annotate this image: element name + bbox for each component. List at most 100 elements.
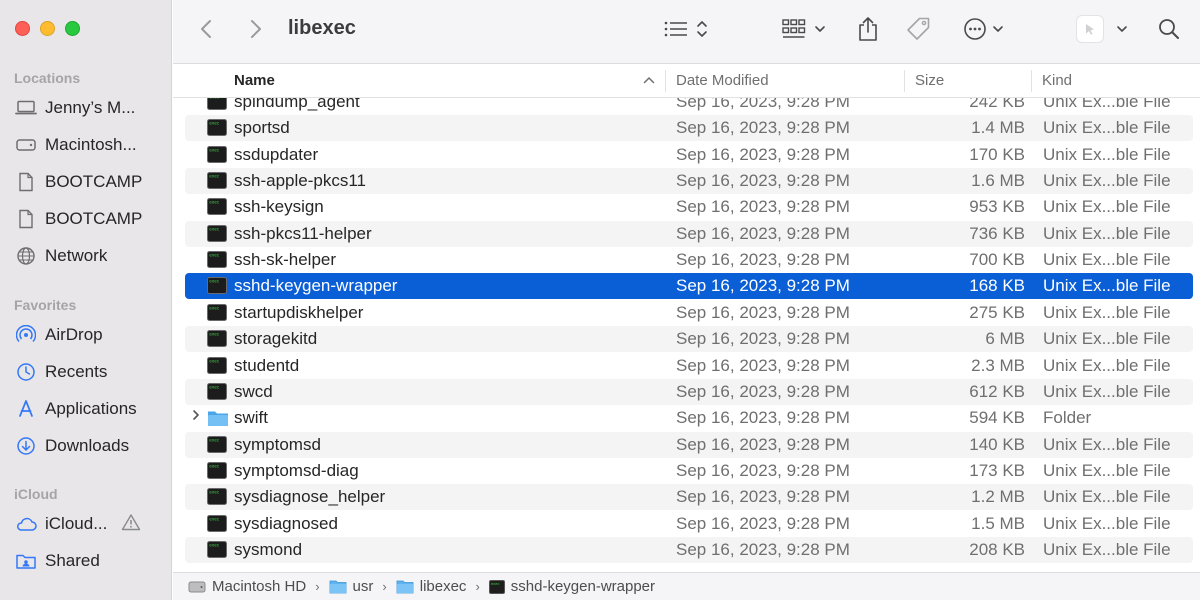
file-date-modified: Sep 16, 2023, 9:28 PM [676, 250, 850, 270]
path-item-sshd-keygen-wrapper[interactable]: exec sshd-keygen-wrapper [488, 578, 655, 595]
column-divider[interactable] [1031, 70, 1032, 92]
sidebar-heading-icloud: iCloud [14, 486, 58, 502]
file-row[interactable]: exec storagekitd Sep 16, 2023, 9:28 PM 6 MB… [185, 326, 1193, 353]
sidebar-item-network[interactable]: Network [14, 241, 164, 271]
file-row[interactable]: swift Sep 16, 2023, 9:28 PM 594 KB Folder [185, 405, 1193, 431]
column-divider[interactable] [665, 70, 666, 92]
sidebar-item-macintosh-hd[interactable]: Macintosh... [14, 130, 164, 160]
column-name-header[interactable]: Name [234, 72, 275, 89]
column-divider[interactable] [904, 70, 905, 92]
sidebar-heading-favorites: Favorites [14, 297, 77, 313]
file-row[interactable]: exec ssh-sk-helper Sep 16, 2023, 9:28 PM 70… [185, 247, 1193, 273]
file-kind: Unix Ex...ble File [1043, 460, 1171, 480]
file-size: 1.2 MB [971, 487, 1025, 507]
airdrop-icon [14, 324, 38, 346]
sidebar-item-applications[interactable]: Applications [14, 394, 164, 424]
quick-look-menu-button[interactable] [1115, 14, 1129, 44]
file-kind: Unix Ex...ble File [1043, 276, 1171, 296]
sidebar-item-bootcamp-2[interactable]: BOOTCAMP [14, 204, 164, 234]
file-row[interactable]: exec spindump_agent Sep 16, 2023, 9:28 PM 2… [185, 98, 1193, 115]
terminal-exec-icon: exec [207, 172, 227, 190]
terminal-exec-icon: exec [207, 98, 227, 110]
warning-icon[interactable] [121, 513, 141, 536]
file-name: sportsd [234, 118, 290, 138]
file-kind: Unix Ex...ble File [1043, 98, 1171, 111]
sidebar-item-jennys-mac[interactable]: Jenny’s M... [14, 93, 164, 123]
file-row[interactable]: exec symptomsd Sep 16, 2023, 9:28 PM 140 KB… [185, 431, 1193, 458]
svg-text:exec: exec [209, 121, 220, 126]
file-row[interactable]: exec startupdiskhelper Sep 16, 2023, 9:28 … [185, 300, 1193, 326]
file-kind: Unix Ex...ble File [1043, 513, 1171, 533]
sidebar-item-airdrop[interactable]: AirDrop [14, 320, 164, 350]
file-date-modified: Sep 16, 2023, 9:28 PM [676, 223, 850, 243]
tags-button[interactable] [906, 14, 932, 44]
file-row[interactable]: exec sysdiagnose_helper Sep 16, 2023, 9:28… [185, 484, 1193, 511]
path-item-macintosh-hd[interactable]: Macintosh HD [188, 578, 306, 595]
sidebar-item-shared[interactable]: Shared [14, 546, 164, 576]
sidebar-item-downloads[interactable]: Downloads [14, 431, 164, 461]
download-icon [14, 435, 38, 457]
file-row[interactable]: exec symptomsd-diag Sep 16, 2023, 9:28 PM 1… [185, 458, 1193, 484]
file-row[interactable]: exec swcd Sep 16, 2023, 9:28 PM 612 KB Unix … [185, 378, 1193, 405]
file-row[interactable]: exec ssh-pkcs11-helper Sep 16, 2023, 9:28 … [185, 220, 1193, 247]
svg-text:exec: exec [209, 437, 220, 442]
path-item-usr[interactable]: usr [329, 578, 373, 595]
file-row[interactable]: exec studentd Sep 16, 2023, 9:28 PM 2.3 MB U… [185, 353, 1193, 379]
file-kind: Unix Ex...ble File [1043, 434, 1171, 454]
column-date-header[interactable]: Date Modified [676, 72, 769, 89]
file-date-modified: Sep 16, 2023, 9:28 PM [676, 408, 850, 428]
terminal-exec-icon: exec [207, 435, 227, 453]
file-date-modified: Sep 16, 2023, 9:28 PM [676, 276, 850, 296]
action-button[interactable] [963, 14, 1005, 44]
file-row[interactable]: exec sportsd Sep 16, 2023, 9:28 PM 1.4 MB Un… [185, 115, 1193, 142]
laptop-icon [14, 97, 38, 119]
file-row[interactable]: exec ssh-apple-pkcs11 Sep 16, 2023, 9:28 P… [185, 168, 1193, 195]
chevron-right-icon: › [382, 579, 387, 594]
window-controls [15, 21, 80, 36]
column-size-header[interactable]: Size [915, 72, 944, 89]
share-icon [859, 17, 877, 41]
file-name: spindump_agent [234, 98, 360, 111]
file-size: 612 KB [969, 381, 1025, 401]
terminal-exec-icon: exec [207, 277, 227, 295]
back-button[interactable] [199, 14, 213, 44]
disclosure-triangle-icon[interactable] [191, 408, 201, 425]
globe-icon [14, 245, 38, 267]
file-size: 208 KB [969, 539, 1025, 559]
path-item-libexec[interactable]: libexec [396, 578, 466, 595]
file-size: 700 KB [969, 250, 1025, 270]
file-row[interactable]: exec sshd-keygen-wrapper Sep 16, 2023, 9:2… [185, 273, 1193, 300]
file-row[interactable]: exec ssh-keysign Sep 16, 2023, 9:28 PM 953 … [185, 194, 1193, 220]
terminal-exec-icon: exec [207, 382, 227, 400]
file-size: 953 KB [969, 197, 1025, 217]
file-row[interactable]: exec sysdiagnosed Sep 16, 2023, 9:28 PM 1.5… [185, 511, 1193, 537]
file-date-modified: Sep 16, 2023, 9:28 PM [676, 171, 850, 191]
file-date-modified: Sep 16, 2023, 9:28 PM [676, 329, 850, 349]
terminal-exec-icon: exec [207, 540, 227, 558]
file-name: startupdiskhelper [234, 302, 364, 322]
view-options-button[interactable] [663, 14, 709, 44]
group-button[interactable] [781, 14, 827, 44]
column-kind-header[interactable]: Kind [1042, 72, 1072, 89]
file-row[interactable]: exec ssdupdater Sep 16, 2023, 9:28 PM 170 K… [185, 142, 1193, 168]
search-button[interactable] [1157, 14, 1181, 44]
sidebar-item-icloud-drive[interactable]: iCloud... [14, 509, 164, 539]
sidebar-item-recents[interactable]: Recents [14, 357, 164, 387]
zoom-window-button[interactable] [65, 21, 80, 36]
file-name: ssh-apple-pkcs11 [234, 171, 366, 191]
file-kind: Unix Ex...ble File [1043, 487, 1171, 507]
sidebar-item-bootcamp-1[interactable]: BOOTCAMP [14, 167, 164, 197]
file-name: storagekitd [234, 329, 318, 349]
quick-look-button[interactable] [1077, 16, 1103, 42]
disk-icon [14, 134, 38, 156]
svg-text:exec: exec [209, 358, 220, 363]
svg-text:exec: exec [209, 279, 220, 284]
close-window-button[interactable] [15, 21, 30, 36]
window-title: libexec [288, 17, 356, 39]
forward-button[interactable] [249, 14, 263, 44]
file-row[interactable]: exec sysmond Sep 16, 2023, 9:28 PM 208 KB Un… [185, 536, 1193, 563]
share-button[interactable] [857, 14, 879, 44]
file-name: sshd-keygen-wrapper [234, 276, 398, 296]
minimize-window-button[interactable] [40, 21, 55, 36]
file-kind: Folder [1043, 408, 1092, 428]
